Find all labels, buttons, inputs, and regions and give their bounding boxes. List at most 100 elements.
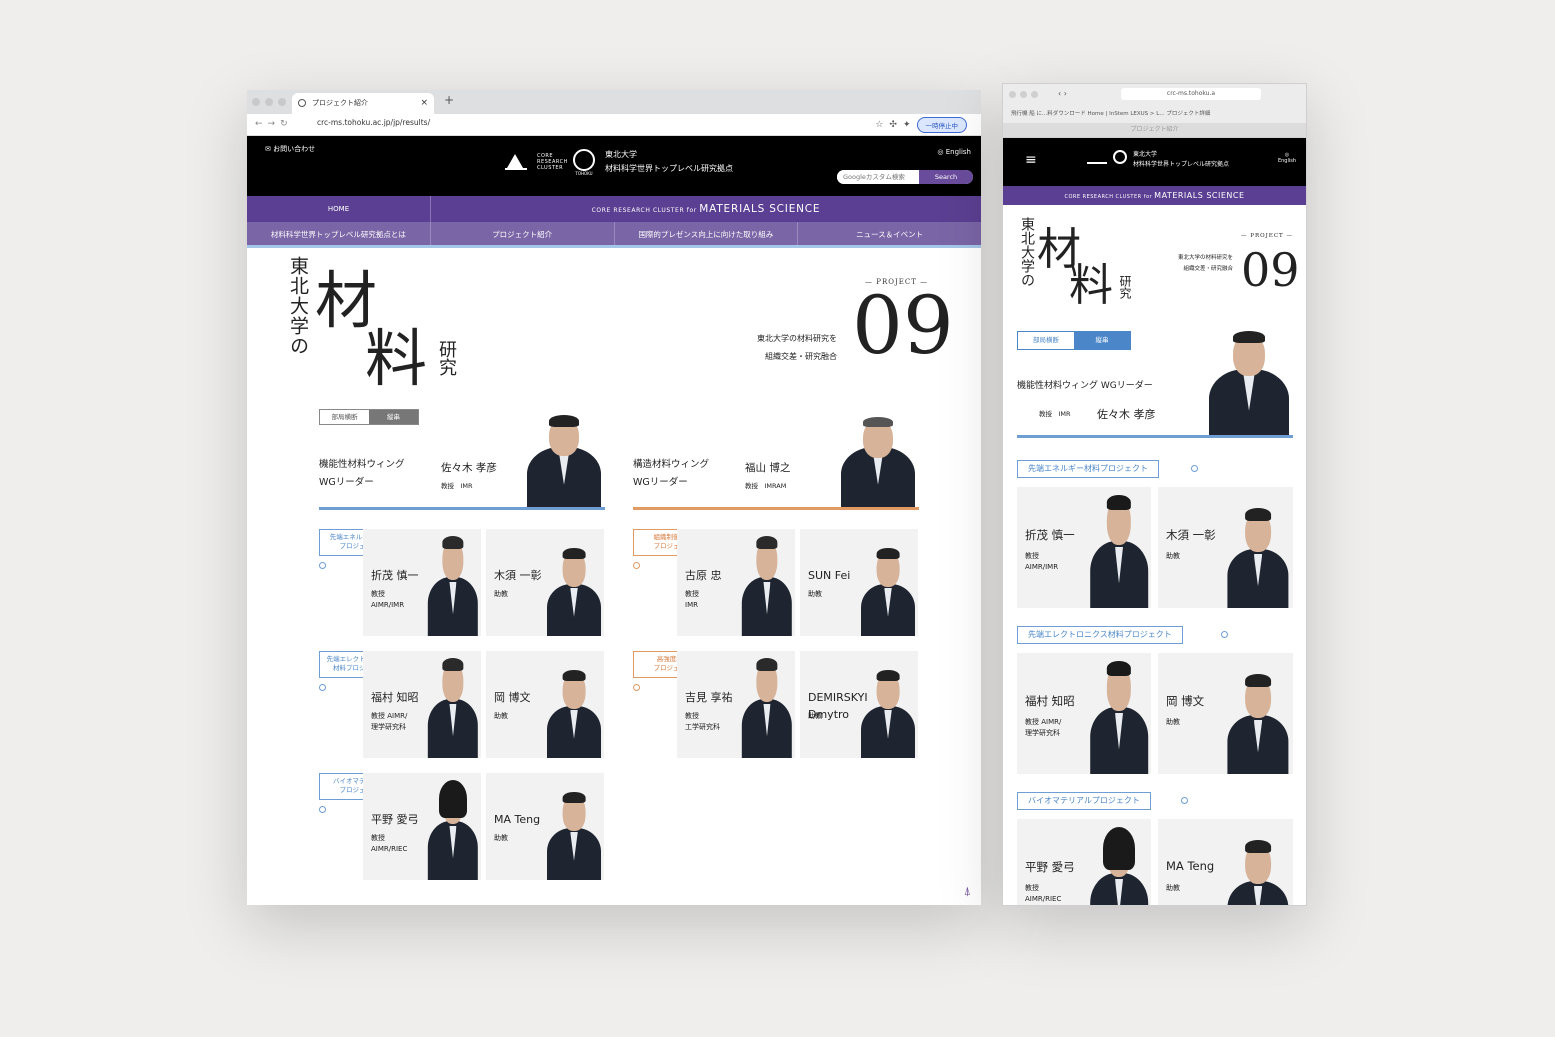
sub-card[interactable]: MA Teng 助教 — [486, 773, 604, 880]
leader-name: 佐々木 孝彦 — [441, 462, 497, 474]
wing-name: 機能性材料ウィング — [319, 459, 405, 470]
browser-tab[interactable]: プロジェクト紹介 × — [292, 93, 434, 114]
site-logo[interactable]: CORE RESEARCH CLUSTER TOHOKU 東北大学 材料科学世界… — [505, 148, 733, 176]
lead-name: 平野 愛弓 — [1025, 860, 1075, 874]
project-badge[interactable]: 先端エネルギー材料プロジェクト — [1017, 460, 1159, 478]
center-name: 材料科学世界トップレベル研究拠点 — [605, 164, 733, 173]
url-field[interactable]: crc-ms.tohoku.ac.jp/jp/results/ — [317, 118, 430, 127]
leader-card-structural[interactable]: 構造材料ウィング WGリーダー 福山 博之 教授 IMRAM — [633, 410, 919, 510]
mobile-hero: 東北大学の 材 料 研究 — PROJECT — 東北大学の材料研究を 組織交差・… — [1003, 205, 1306, 315]
project-link-icon[interactable] — [319, 806, 326, 813]
contact-link[interactable]: ✉ お問い合わせ — [265, 144, 315, 154]
wg-label: WGリーダー — [633, 477, 688, 488]
person-photo — [1087, 819, 1151, 905]
sub-card[interactable]: 岡 博文 助教 — [486, 651, 604, 758]
project-link-icon[interactable] — [319, 684, 326, 691]
nav-item-news[interactable]: ニュース＆イベント — [798, 222, 981, 245]
hero-tail: 研究 — [1118, 275, 1132, 299]
lead-card[interactable]: 平野 愛弓教授 AIMR/RIEC — [1017, 819, 1151, 905]
nav-item-projects[interactable]: プロジェクト紹介 — [431, 222, 615, 245]
crc-mark-icon — [1087, 150, 1107, 164]
lead-role: 教授 工学研究科 — [685, 712, 720, 731]
lead-card[interactable]: 福村 知昭 教授 AIMR/ 理学研究科 — [1017, 653, 1151, 774]
project-badge[interactable]: 先端エレクトロニクス材料プロジェクト — [1017, 626, 1183, 644]
sub-name: MA Teng — [1166, 859, 1215, 873]
nav-item-about[interactable]: 材料科学世界トップレベル研究拠点とは — [247, 222, 431, 245]
hero-small-title: 東北大学の — [1019, 217, 1035, 287]
person-photo — [1224, 833, 1292, 905]
lead-name: 古原 忠 — [685, 569, 722, 582]
mobile-browser-window: ‹ › crc-ms.tohoku.a 飛行機 船 に...料ダウンロード Ho… — [1002, 83, 1307, 906]
sub-name: SUN Fei — [808, 569, 851, 582]
new-tab-icon[interactable]: + — [444, 93, 454, 107]
star-icon[interactable]: ☆ — [875, 120, 883, 130]
project-number: 09 — [852, 279, 954, 372]
lead-card[interactable]: 平野 愛弓 教授 AIMR/RIEC — [363, 773, 481, 880]
project-row: 先端エレクトロニクス 材料プロジェクト 福村 知昭 教授 AIMR/ 理学研究科岡 … — [319, 651, 605, 758]
lead-card[interactable]: 吉見 享祐 教授 工学研究科 — [677, 651, 795, 758]
secondary-nav: 材料科学世界トップレベル研究拠点とは プロジェクト紹介 国際的プレゼンス向上に向… — [247, 222, 981, 248]
crc-mark-text: CORE RESEARCH CLUSTER — [537, 153, 568, 171]
profile-pill[interactable]: 一時停止中 — [916, 117, 967, 133]
leader-role: 教授 IMR — [1039, 410, 1071, 418]
lead-card[interactable]: 古原 忠教授 IMR — [677, 529, 795, 636]
hero-tail: 研究 — [436, 340, 457, 376]
scroll-top-icon[interactable]: ⍋ — [964, 884, 971, 899]
nav-home[interactable]: HOME — [247, 196, 431, 222]
project-link-icon[interactable] — [319, 562, 326, 569]
mobile-logo[interactable]: 東北大学 材料科学世界トップレベル研究拠点 — [1087, 150, 1229, 170]
wing-name: 構造材料ウィング — [633, 459, 710, 470]
search-input[interactable] — [837, 170, 919, 184]
search-button[interactable]: Search — [919, 170, 973, 184]
hamburger-icon[interactable]: ≡ — [1025, 152, 1037, 168]
lead-card[interactable]: 福村 知昭 教授 AIMR/ 理学研究科 — [363, 651, 481, 758]
site-header: ✉ お問い合わせ CORE RESEARCH CLUSTER TOHOKU 東北… — [247, 136, 981, 196]
english-link[interactable]: ◎ English — [937, 148, 971, 156]
window-controls[interactable] — [1009, 91, 1038, 98]
window-controls[interactable] — [252, 98, 286, 106]
project-link-icon[interactable] — [633, 562, 640, 569]
sub-role: 助教 — [494, 590, 508, 598]
close-tab-icon[interactable]: × — [420, 93, 428, 114]
mobile-english-link[interactable]: ◎ English — [1278, 152, 1296, 164]
sub-card[interactable]: 木須 一彰 助教 — [1158, 487, 1293, 608]
mobile-leader-card[interactable]: 機能性材料ウィング WGリーダー 教授 IMR 佐々木 孝彦 — [1017, 324, 1293, 438]
hero-tagline: 東北大学の材料研究を 組織交差・研究融合 — [1177, 255, 1233, 272]
project-link-icon[interactable] — [1191, 465, 1198, 472]
sub-name: 木須 一彰 — [494, 569, 542, 582]
lead-role: 教授 AIMR/RIEC — [1025, 884, 1062, 903]
sub-card[interactable]: 木須 一彰 助教 — [486, 529, 604, 636]
project-link-icon[interactable] — [1181, 797, 1188, 804]
lead-card[interactable]: 折茂 慎一 教授 AIMR/IMR — [1017, 487, 1151, 608]
sub-card[interactable]: 岡 博文 助教 — [1158, 653, 1293, 774]
mobile-crc-banner: CORE RESEARCH CLUSTER for MATERIALS SCIE… — [1003, 186, 1306, 205]
sub-card[interactable]: DEMIRSKYI Dmytro 助教 — [800, 651, 918, 758]
mobile-tab[interactable]: プロジェクト紹介 — [1003, 123, 1306, 137]
mobile-site-header: ≡ 東北大学 材料科学世界トップレベル研究拠点 ◎ English — [1003, 138, 1306, 186]
univ-name: 東北大学 — [605, 150, 637, 159]
leader-card-functional[interactable]: 機能性材料ウィング WGリーダー 佐々木 孝彦 教授 IMR — [319, 410, 605, 510]
project-row: 組織制御材料 プロジェクト 古原 忠教授 IMR SUN Fei 助教 — [633, 529, 919, 636]
leader-photo — [838, 410, 918, 507]
mobile-url-field[interactable]: crc-ms.tohoku.a — [1121, 88, 1261, 100]
sub-name: 岡 博文 — [1166, 694, 1205, 708]
back-forward-reload-icons[interactable]: ←→↻ — [255, 119, 293, 129]
person-photo — [858, 541, 918, 636]
sub-card[interactable]: MA Teng 助教 — [1158, 819, 1293, 905]
puzzle-icon[interactable]: ✦ — [903, 120, 911, 130]
bookmarks-bar[interactable]: 飛行機 船 に...料ダウンロード Home | InStem LEXUS > … — [1011, 109, 1210, 117]
lead-role: 教授 AIMR/RIEC — [371, 834, 408, 853]
extension-icon[interactable]: ✣ — [889, 120, 897, 130]
project-link-icon[interactable] — [633, 684, 640, 691]
nav-item-international[interactable]: 国際的プレゼンス向上に向けた取り組み — [615, 222, 799, 245]
person-photo — [425, 529, 481, 636]
person-photo — [1224, 667, 1292, 774]
project-link-icon[interactable] — [1221, 631, 1228, 638]
sub-role: 助教 — [808, 712, 822, 720]
nav-arrows-icon[interactable]: ‹ › — [1058, 89, 1067, 98]
sub-name: 岡 博文 — [494, 691, 531, 704]
lead-card[interactable]: 折茂 慎一 教授 AIMR/IMR — [363, 529, 481, 636]
lead-role: 教授 AIMR/IMR — [371, 590, 405, 609]
sub-card[interactable]: SUN Fei 助教 — [800, 529, 918, 636]
project-badge[interactable]: バイオマテリアルプロジェクト — [1017, 792, 1151, 810]
